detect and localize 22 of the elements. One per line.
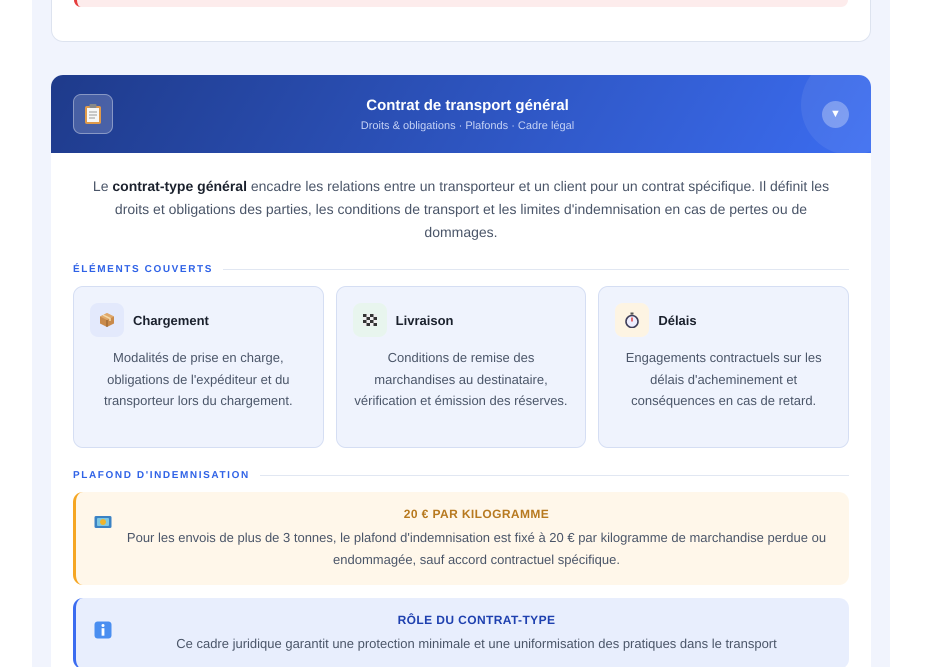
section-heading: PLAFOND D'INDEMNISATION	[73, 470, 250, 481]
banknote-icon	[94, 515, 112, 529]
feature-description: Conditions de remise des marchandises au destinataire, vérification et émission des réserves.	[353, 349, 569, 410]
section-subtitle: Droits & obligations · Plafonds · Cadre légal	[360, 120, 574, 132]
checkered-flag-icon	[362, 312, 378, 328]
clipboard-icon	[73, 94, 113, 134]
section-title: Contrat de transport général	[366, 96, 569, 114]
stopwatch-icon	[624, 312, 640, 328]
section-heading: ÉLÉMENTS COUVERTS	[73, 264, 213, 275]
feature-description: Engagements contractuels sur les délais d'acheminement et conséquences en cas de retard.	[624, 349, 823, 410]
collapse-toggle[interactable]: ▼	[822, 100, 849, 128]
box-icon	[99, 312, 115, 328]
feature-title: Délais	[658, 312, 697, 328]
intro-paragraph: Le contrat-type général encadre les relations entre un transporteur et un client pour un contrat spécifique. Il définit les droits et obligations des parties, les conditions de transport et les limites d'indemnisation en cas de pertes ou de dommages.	[92, 177, 830, 242]
feature-title: Chargement	[133, 312, 209, 328]
callout-title: 20 € PAR KILOGRAMME	[402, 507, 550, 521]
feature-description: Modalités de prise en charge, obligations de l'expéditeur et du transporteur lors du chargement.	[103, 349, 294, 410]
callout-text: Pour les envois de plus de 3 tonnes, le plafond d'indemnisation est fixé à 20 € par kilogramme de marchandise perdue ou endommagée, sauf accord contractuel spécifique.	[126, 529, 828, 569]
callout-text: Ce cadre juridique garantit une protection minimale et une uniformisation des pratiques dans le transport	[175, 635, 778, 653]
info-icon	[94, 621, 112, 639]
callout-title: RÔLE DU CONTRAT-TYPE	[396, 613, 556, 627]
feature-title: Livraison	[396, 312, 454, 328]
